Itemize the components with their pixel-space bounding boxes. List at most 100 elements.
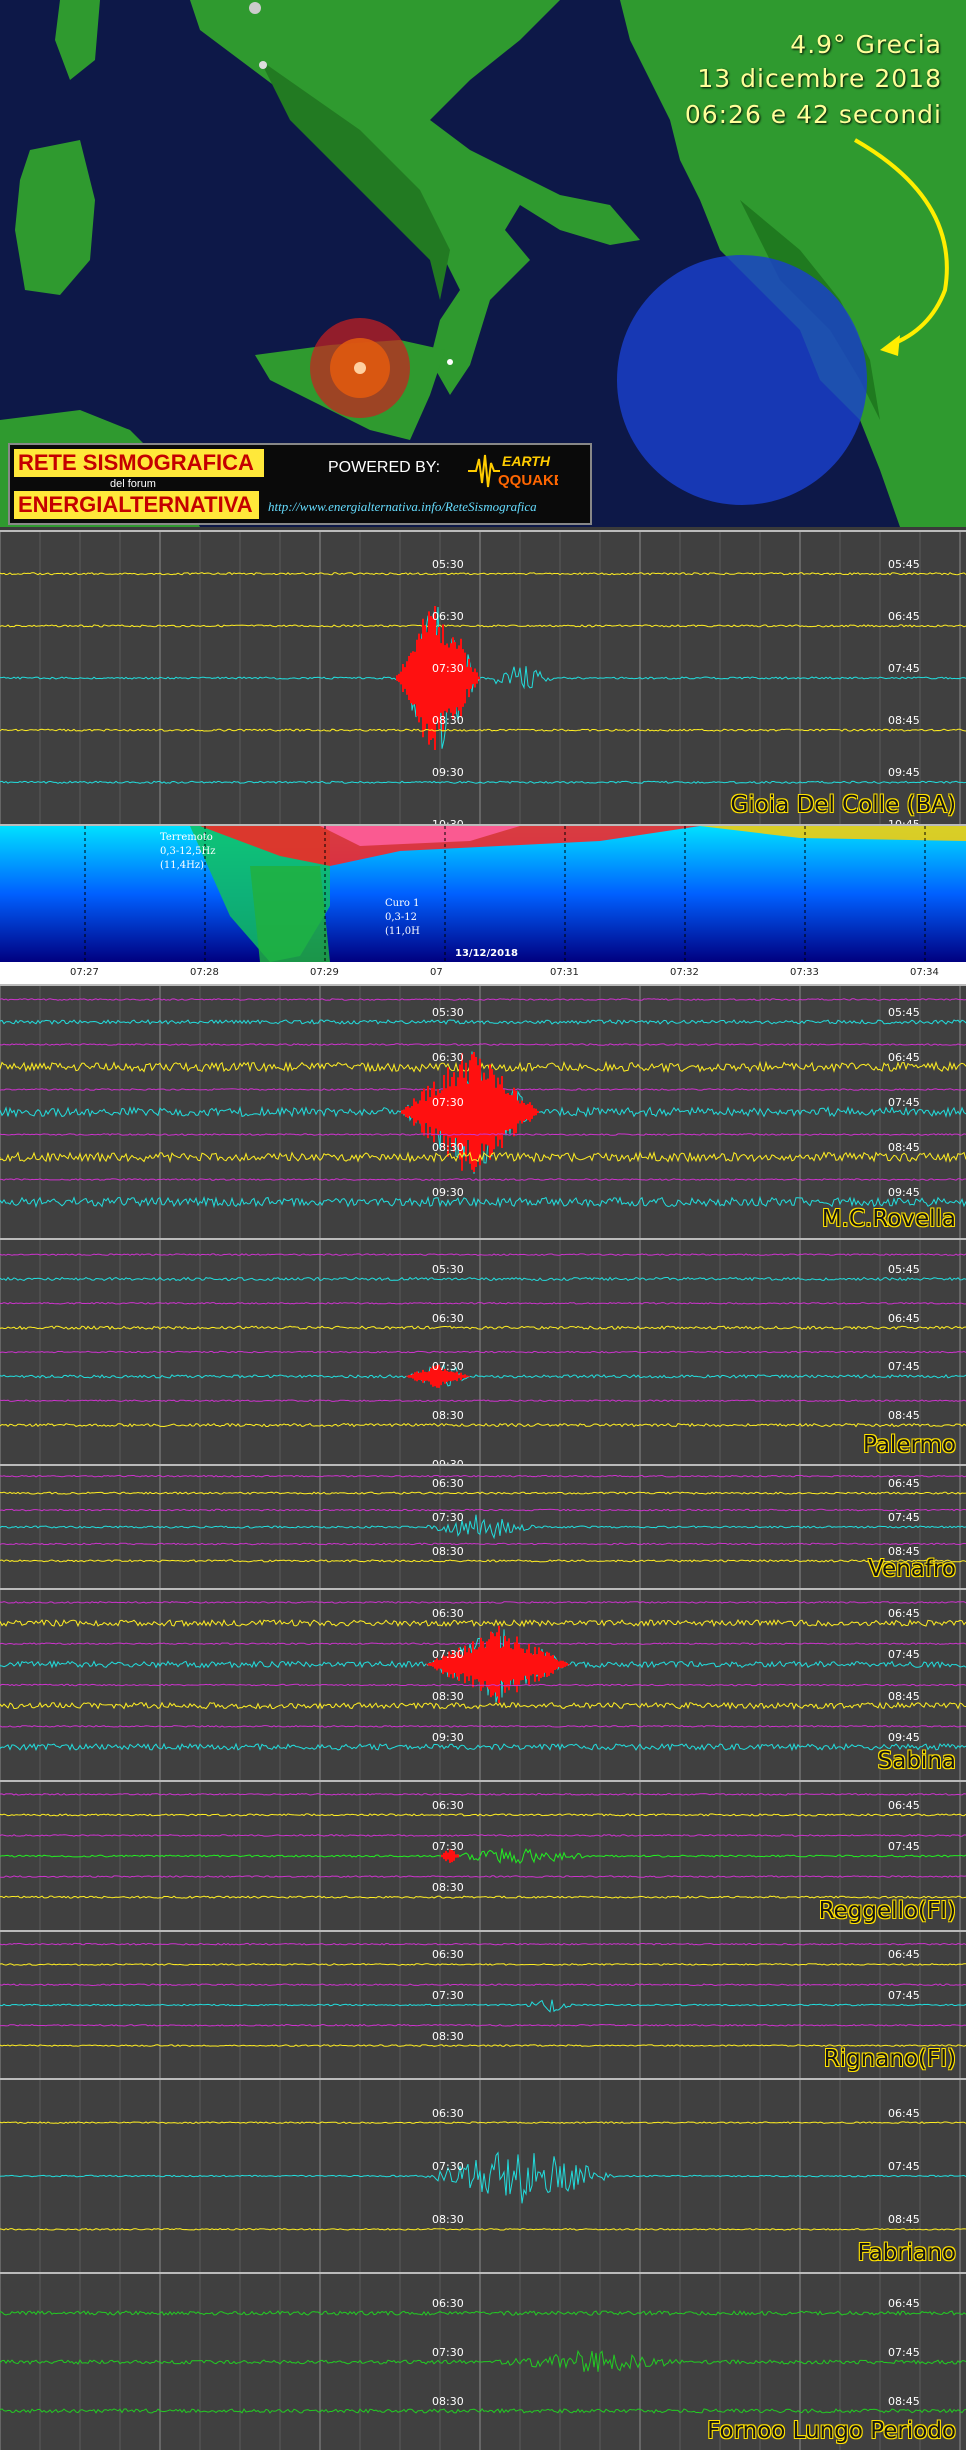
seismogram-graphic — [0, 986, 966, 1238]
time-label-right: 09:45 — [888, 1186, 920, 1199]
seismic-trace — [0, 2228, 966, 2231]
station-name: Fornoo Lungo Periodo — [707, 2418, 956, 2444]
magenta-trace — [0, 1302, 966, 1305]
spectrogram-label-d: Curo 1 — [385, 898, 420, 909]
time-label-left: 08:30 — [432, 714, 464, 728]
magenta-trace — [0, 1043, 966, 1046]
time-label-right: 07:45 — [888, 2160, 920, 2173]
time-label-left: 08:30 — [432, 1544, 464, 1558]
magenta-trace — [0, 1178, 966, 1181]
seismogram-graphic — [0, 2080, 966, 2272]
earthquake-report: 4.9° Grecia 13 dicembre 2018 06:26 e 42 … — [0, 0, 966, 2450]
time-label-right: 08:45 — [888, 714, 920, 728]
seismogram-panel: 06:30 07:30 08:30 06:45 07:45 08:45 Fabriano — [0, 2078, 966, 2272]
event-time: 06:26 e 42 secondi — [684, 100, 942, 129]
seismic-trace — [0, 1999, 966, 2013]
seismogram-panel: 06:30 07:30 08:30 06:45 07:45 08:45 Fornoo Lun… — [0, 2272, 966, 2450]
seismic-trace — [0, 1618, 966, 1628]
time-label-left: 06:30 — [432, 2106, 464, 2120]
time-label-right: 08:45 — [888, 2213, 920, 2227]
time-label-left: 08:30 — [432, 1141, 464, 1154]
spectrogram-date: 13/12/2018 — [455, 948, 518, 959]
magenta-trace — [0, 998, 966, 1001]
seismic-trace — [0, 2407, 966, 2414]
seismogram-panel: 06:30 07:30 08:30 06:45 07:45 Rignano(FI) — [0, 1930, 966, 2078]
banner-subtitle: del forum — [110, 478, 156, 490]
seismic-trace — [0, 2151, 966, 2204]
logo-bottom-text: QQUAKE — [498, 472, 558, 489]
network-url[interactable]: http://www.energialternativa.info/ReteSi… — [268, 499, 537, 515]
time-label-left: 06:30 — [432, 1798, 464, 1812]
spectrogram-label-a: Terremoto — [160, 832, 213, 843]
time-label-left: 07:30 — [432, 2160, 464, 2173]
spectrogram-tick-label: 07:34 — [910, 967, 939, 978]
seismic-trace — [0, 1422, 966, 1428]
time-label-right: 06:45 — [888, 2106, 920, 2120]
time-label-right: 06:45 — [888, 1607, 920, 1621]
time-label-right: 06:45 — [888, 1051, 920, 1064]
station-name: Venafro — [868, 1556, 956, 1582]
seismic-trace — [0, 1276, 966, 1282]
magenta-trace — [0, 1983, 966, 1987]
time-label-left: 08:30 — [432, 2029, 464, 2043]
seismogram-panel: 06:30 07:30 08:30 06:45 07:45 08:45 Venafro — [0, 1464, 966, 1588]
magenta-trace — [0, 1542, 966, 1546]
time-label-left: 09:30 — [432, 1730, 464, 1744]
magenta-trace — [0, 1942, 966, 1946]
time-label-left: 05:30 — [432, 557, 464, 571]
seismic-trace — [0, 1060, 966, 1074]
time-label-left: 07:30 — [432, 1096, 464, 1109]
time-label-left: 08:30 — [432, 1409, 464, 1423]
time-label-left: 06:30 — [432, 1477, 464, 1491]
time-label-left: 09:30 — [432, 1186, 464, 1199]
spectrogram-panel: Terremoto 0,3-12,5Hz (11,4Hz) Curo 1 0,3-12 (… — [0, 824, 966, 984]
magenta-trace — [0, 1399, 966, 1402]
seismic-trace — [0, 572, 966, 576]
spectrogram-graphic — [0, 826, 966, 984]
time-label-left: 07:30 — [432, 1511, 464, 1524]
seismic-trace — [0, 1514, 966, 1540]
spectrogram-label-f: (11,0H — [385, 926, 420, 937]
spectrogram-energy-region — [250, 866, 330, 962]
seismic-trace — [0, 1701, 966, 1710]
time-label-left: 06:30 — [432, 1311, 464, 1325]
spectrogram-tick-label: 07:33 — [790, 967, 819, 978]
station-name: M.C.Rovella — [821, 1206, 956, 1232]
seismic-trace — [0, 1018, 966, 1025]
seismogram-graphic — [0, 1932, 966, 2078]
time-label-left: 06:30 — [432, 1607, 464, 1621]
spectrogram-tick-label: 07:32 — [670, 967, 699, 978]
seismic-trace — [0, 1742, 966, 1752]
magenta-trace — [0, 2023, 966, 2027]
magenta-trace — [0, 1601, 966, 1604]
event-magnitude-region: 4.9° Grecia — [790, 30, 942, 59]
spectrogram-tick-label: 07 — [430, 967, 443, 978]
magenta-trace — [0, 1474, 966, 1478]
seismogram-graphic — [0, 1240, 966, 1464]
seismic-trace — [0, 2310, 966, 2317]
seismic-trace — [0, 728, 966, 732]
time-label-right: 07:45 — [888, 2346, 920, 2359]
seismic-trace — [0, 1491, 966, 1495]
seismic-trace — [0, 1848, 966, 1865]
time-label-left: 07:30 — [432, 2346, 464, 2359]
seismic-trace — [0, 1559, 966, 1563]
time-label-right: 06:45 — [888, 1311, 920, 1325]
magenta-trace — [0, 1508, 966, 1512]
magenta-trace — [0, 1875, 966, 1878]
seismogram-panel: 06:30 07:30 08:30 06:45 07:45 Reggello(FI) — [0, 1780, 966, 1930]
time-label-right: 07:45 — [888, 1840, 920, 1853]
time-label-left: 06:30 — [432, 609, 464, 623]
time-label-left: 07:30 — [432, 1648, 464, 1662]
time-label-right: 06:45 — [888, 1798, 920, 1812]
time-label-right: 08:45 — [888, 2394, 920, 2408]
banner-forum-name: ENERGIALTERNATIVA — [14, 491, 259, 519]
station-name: Palermo — [863, 1432, 956, 1458]
seismogram-graphic — [0, 1590, 966, 1780]
seismic-trace — [0, 606, 966, 749]
time-label-right: 07:45 — [888, 1360, 920, 1374]
time-label-left: 07:30 — [432, 1989, 464, 2002]
time-label-left: 08:30 — [432, 1881, 464, 1895]
time-label-left: 07:30 — [432, 1360, 464, 1374]
time-label-right: 09:45 — [888, 766, 920, 780]
